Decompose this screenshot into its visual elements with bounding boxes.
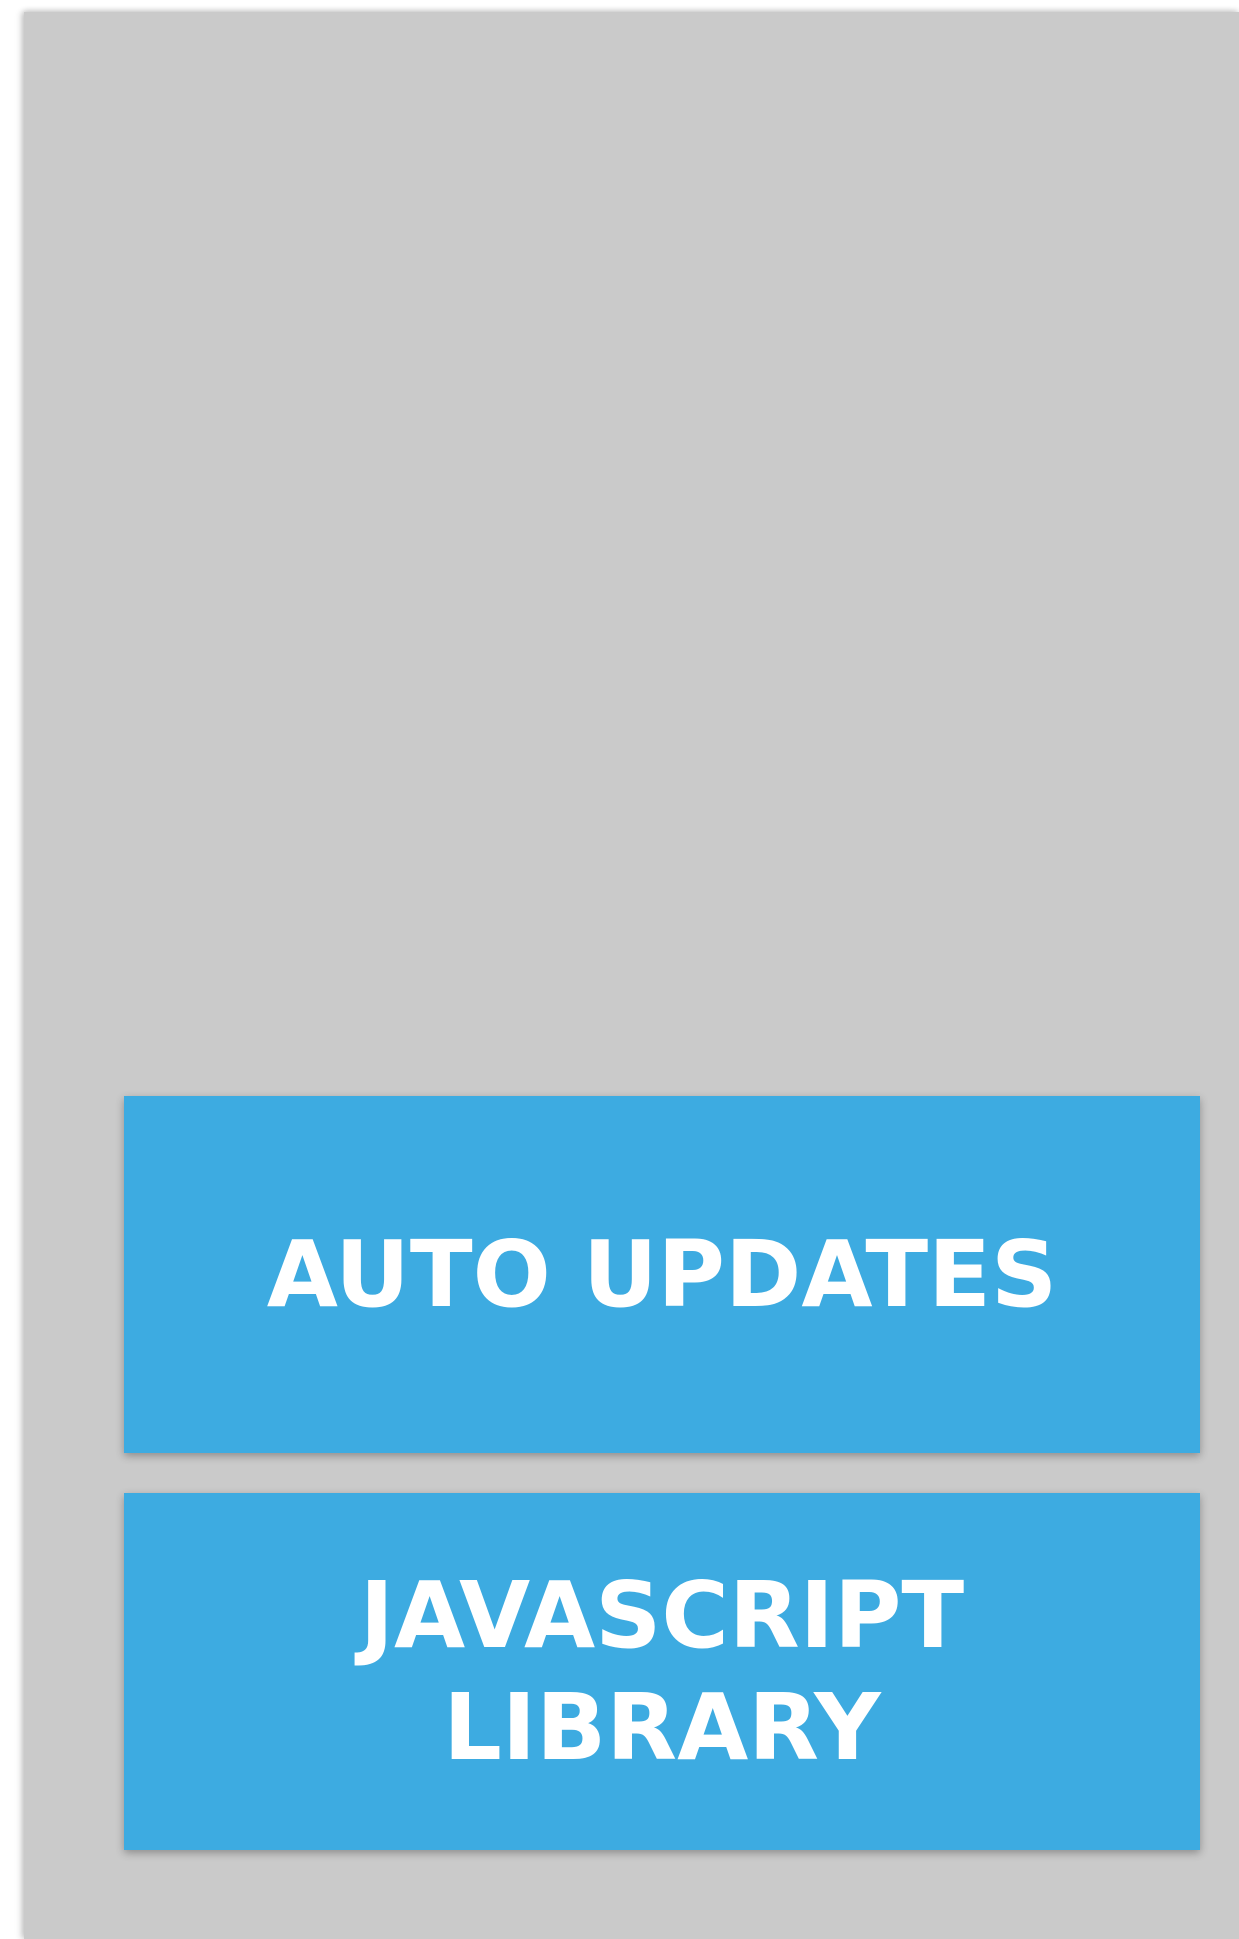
javascript-library-label-line-2: LIBRARY xyxy=(443,1673,881,1781)
javascript-library-label: JAVASCRIPT LIBRARY xyxy=(360,1560,964,1784)
auto-updates-block: AUTO UPDATES xyxy=(124,1096,1200,1453)
javascript-library-label-line-1: JAVASCRIPT xyxy=(359,1561,965,1669)
diagram-panel: AUTO UPDATES JAVASCRIPT LIBRARY xyxy=(24,12,1239,1939)
javascript-library-block: JAVASCRIPT LIBRARY xyxy=(124,1493,1200,1850)
auto-updates-label: AUTO UPDATES xyxy=(266,1220,1058,1328)
